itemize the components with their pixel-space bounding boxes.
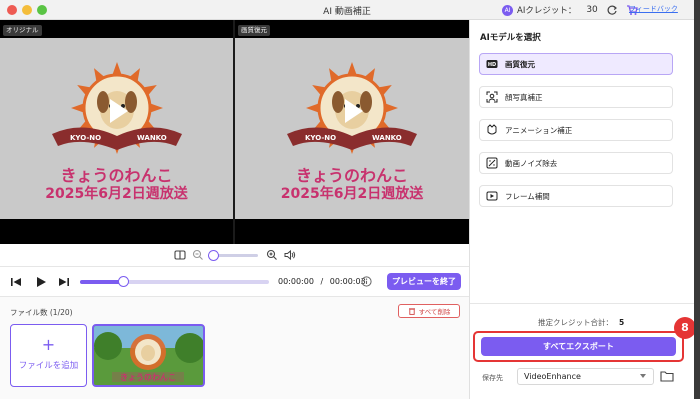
file-list-area: ファイル数 (1/20) すべて削除 + ファイルを追加 きょうのわんこ (0, 296, 469, 399)
split-view-icon[interactable] (173, 249, 186, 261)
original-pane: KYO-NO WANKO きょうのわんこ 2025年6月2日週放送 (0, 38, 233, 219)
ai-model-panel: AIモデルを選択 HD 画質復元 顔写真補正 アニメーション補正 動画ノイズ除去… (469, 20, 694, 399)
logo-text-left: KYO-NO (70, 134, 101, 142)
skip-back-icon[interactable] (10, 276, 22, 288)
add-file-label: ファイルを追加 (18, 361, 79, 371)
model-label: 画質復元 (505, 59, 535, 69)
logo-text-right: WANKO (137, 134, 167, 142)
play-overlay-icon[interactable] (337, 96, 367, 126)
file-count: ファイル数 (1/20) (10, 308, 73, 317)
progress-thumb[interactable] (118, 276, 130, 287)
estimated-credits: 推定クレジット合計： 5 (538, 317, 624, 328)
delete-all-button[interactable]: すべて削除 (398, 304, 460, 318)
save-location-select[interactable]: VideoEnhance (517, 368, 654, 385)
desktop-edge (694, 0, 700, 399)
progress-bar[interactable] (80, 276, 269, 287)
hd-icon: HD (486, 60, 498, 68)
denoise-icon (486, 157, 498, 169)
estimate-label: 推定クレジット合計： (538, 318, 613, 327)
model-label: 顔写真補正 (505, 92, 543, 102)
panel-divider (470, 303, 694, 304)
volume-icon[interactable] (284, 249, 296, 261)
refresh-icon[interactable] (606, 4, 618, 16)
save-location-value: VideoEnhance (524, 372, 581, 381)
progress-fill (80, 280, 124, 284)
thumbnail-caption-text: きょうのわんこ (120, 372, 176, 382)
original-label: オリジナル (3, 25, 42, 36)
play-icon[interactable] (35, 276, 47, 288)
plus-icon: + (41, 335, 56, 354)
model-option-denoise[interactable]: 動画ノイズ除去 (479, 152, 673, 174)
folder-icon[interactable] (660, 370, 674, 382)
trash-icon (408, 308, 415, 315)
zoom-in-icon[interactable] (266, 249, 278, 261)
add-file-button[interactable]: + ファイルを追加 (10, 324, 87, 387)
title-bar: AI 動画補正 AI AIクレジット： 30 フィードバック (0, 0, 694, 20)
animation-icon (487, 124, 497, 135)
delete-all-label: すべて削除 (418, 308, 451, 316)
logo-text-left: KYO-NO (305, 134, 336, 142)
model-label: アニメーション補正 (505, 125, 573, 135)
export-all-button[interactable]: すべてエクスポート (481, 337, 676, 356)
model-option-frame-interpolation[interactable]: フレーム補間 (479, 185, 673, 207)
current-time: 00:00:00 (278, 277, 314, 286)
feedback-link[interactable]: フィードバック (629, 4, 678, 14)
end-preview-button[interactable]: プレビューを終了 (387, 273, 461, 290)
play-overlay-icon[interactable] (102, 96, 132, 126)
save-location-label: 保存先 (482, 374, 503, 382)
ai-credits-value: 30 (586, 5, 598, 15)
zoom-out-icon[interactable] (192, 249, 204, 261)
enhanced-pane: KYO-NO WANKO きょうのわんこ 2025年6月2日週放送 (235, 38, 469, 219)
ai-credits: AI AIクレジット： 30 (502, 3, 638, 17)
svg-text:HD: HD (488, 62, 496, 68)
split-divider[interactable] (233, 20, 235, 244)
estimate-value: 5 (619, 318, 625, 327)
time-readout: 00:00:00 / 00:00:03 (278, 277, 366, 286)
ai-credit-icon: AI (502, 4, 513, 16)
video-thumbnail-image: きょうのわんこ (94, 326, 203, 385)
model-option-restore[interactable]: HD 画質復元 (479, 53, 673, 75)
frame-interpolation-icon (486, 191, 498, 201)
ai-credits-label: AIクレジット： (517, 6, 577, 16)
model-label: 動画ノイズ除去 (505, 158, 558, 168)
zoom-slider-thumb[interactable] (207, 249, 219, 261)
video-preview: KYO-NO WANKO きょうのわんこ 2025年6月2日週放送 KYO-NO… (0, 20, 469, 244)
broadcast-date-text: 2025年6月2日週放送 (280, 186, 424, 202)
logo-text-right: WANKO (372, 134, 402, 142)
chevron-down-icon (640, 374, 646, 378)
model-label: フレーム補間 (505, 191, 550, 201)
info-icon[interactable] (361, 276, 372, 287)
playback-controls: 00:00:00 / 00:00:03 プレビューを終了 (0, 266, 469, 296)
face-scan-icon (486, 91, 498, 103)
broadcast-date-text: 2025年6月2日週放送 (45, 186, 188, 202)
zoom-slider[interactable] (207, 249, 258, 261)
skip-forward-icon[interactable] (58, 276, 70, 288)
model-option-face[interactable]: 顔写真補正 (479, 86, 673, 108)
enhanced-label: 画質復元 (238, 25, 270, 36)
model-option-animation[interactable]: アニメーション補正 (479, 119, 673, 141)
video-thumbnail[interactable]: きょうのわんこ (92, 324, 205, 387)
time-separator: / (320, 277, 324, 286)
panel-title: AIモデルを選択 (480, 33, 541, 43)
zoom-controls (0, 244, 469, 266)
export-highlight-box: すべてエクスポート (473, 331, 684, 362)
app-window: AI 動画補正 AI AIクレジット： 30 フィードバック KYO-NO WA… (0, 0, 694, 399)
step-number-badge: 8 (674, 317, 694, 339)
